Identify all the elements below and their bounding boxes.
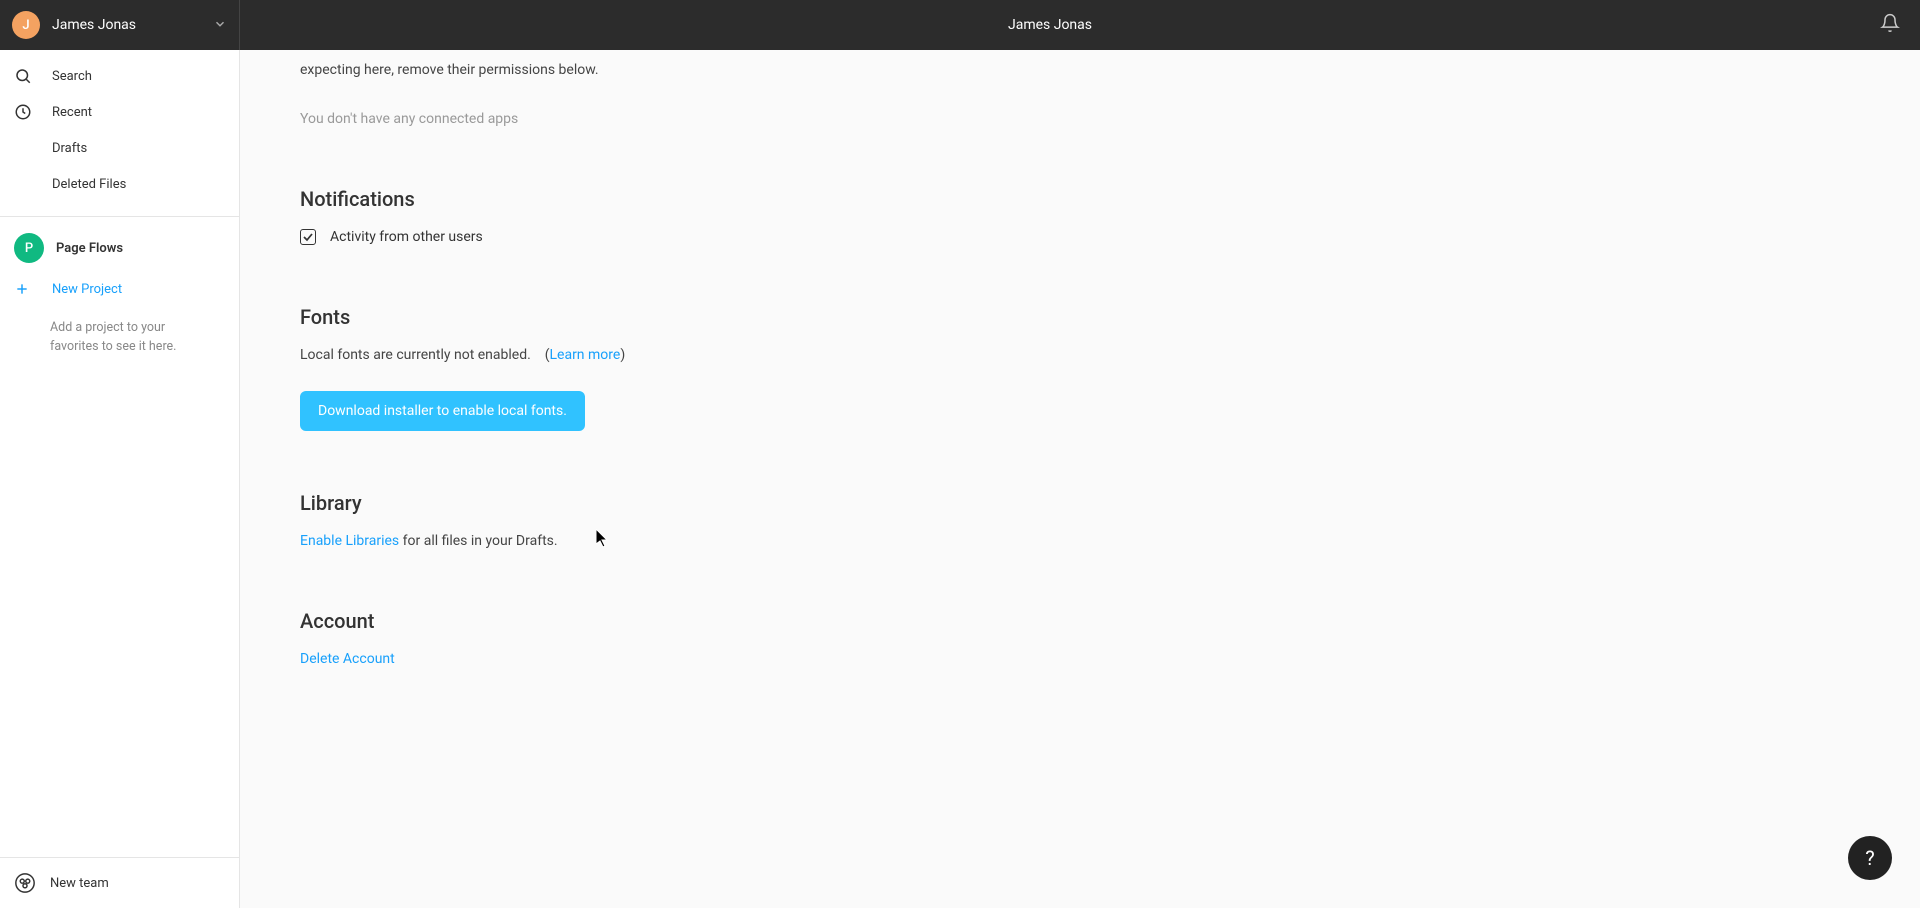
checkbox-icon[interactable] (300, 229, 316, 245)
chevron-down-icon (213, 16, 227, 35)
library-suffix: for all files in your Drafts. (399, 533, 557, 549)
team-avatar: P (14, 233, 44, 263)
account-actions: Delete Account (300, 651, 1920, 667)
download-installer-button[interactable]: Download installer to enable local fonts… (300, 391, 585, 431)
search-icon (14, 67, 38, 85)
bell-icon[interactable] (1880, 13, 1900, 37)
sidebar-item-label: Search (52, 69, 92, 84)
fonts-section: Fonts Local fonts are currently not enab… (300, 305, 1920, 431)
sidebar-team[interactable]: P Page Flows (0, 223, 239, 273)
sidebar-item-label: Deleted Files (52, 177, 126, 192)
username-label: James Jonas (52, 17, 136, 33)
help-button[interactable]: ? (1848, 836, 1892, 880)
library-text: Enable Libraries for all files in your D… (300, 533, 1920, 549)
main-content: expecting here, remove their permissions… (240, 50, 1920, 908)
connected-apps-text-fragment: expecting here, remove their permissions… (300, 60, 1920, 81)
sidebar-item-deleted[interactable]: Deleted Files (0, 166, 239, 202)
sidebar: Search Recent Drafts Deleted Files P Pag… (0, 50, 240, 908)
sidebar-item-recent[interactable]: Recent (0, 94, 239, 130)
sidebar-item-search[interactable]: Search (0, 58, 239, 94)
new-team-button[interactable]: New team (0, 858, 239, 908)
team-icon (14, 872, 38, 894)
topbar-right (1860, 13, 1920, 37)
account-switcher[interactable]: J James Jonas (0, 0, 240, 50)
favorites-hint: Add a project to your favorites to see i… (0, 305, 239, 371)
team-name: Page Flows (56, 241, 123, 256)
fonts-status-line: Local fonts are currently not enabled. (… (300, 347, 1920, 363)
page-title: James Jonas (1008, 17, 1092, 33)
topbar: J James Jonas James Jonas (0, 0, 1920, 50)
enable-libraries-link[interactable]: Enable Libraries (300, 533, 399, 549)
delete-account-link[interactable]: Delete Account (300, 651, 395, 667)
section-title: Fonts (300, 305, 1920, 329)
library-section: Library Enable Libraries for all files i… (300, 491, 1920, 549)
divider (0, 216, 239, 217)
topbar-center: James Jonas (240, 17, 1860, 33)
new-team-label: New team (50, 876, 109, 891)
notification-checkbox-row[interactable]: Activity from other users (300, 229, 1920, 245)
sidebar-nav: Search Recent Drafts Deleted Files (0, 50, 239, 210)
checkbox-label: Activity from other users (330, 229, 483, 245)
connected-apps-empty: You don't have any connected apps (300, 111, 1920, 127)
section-title: Notifications (300, 187, 1920, 211)
account-section: Account Delete Account (300, 609, 1920, 667)
sidebar-item-drafts[interactable]: Drafts (0, 130, 239, 166)
new-project-label: New Project (52, 282, 122, 297)
learn-more-link[interactable]: Learn more (549, 347, 620, 363)
section-title: Account (300, 609, 1920, 633)
new-project-button[interactable]: New Project (0, 273, 239, 305)
sidebar-bottom: New team (0, 857, 239, 908)
sidebar-item-label: Drafts (52, 141, 87, 156)
user-avatar: J (12, 11, 40, 39)
clock-icon (14, 103, 38, 121)
fonts-status-text: Local fonts are currently not enabled. (300, 347, 531, 363)
sidebar-item-label: Recent (52, 105, 92, 120)
section-title: Library (300, 491, 1920, 515)
plus-icon (14, 281, 38, 297)
notifications-section: Notifications Activity from other users (300, 187, 1920, 245)
